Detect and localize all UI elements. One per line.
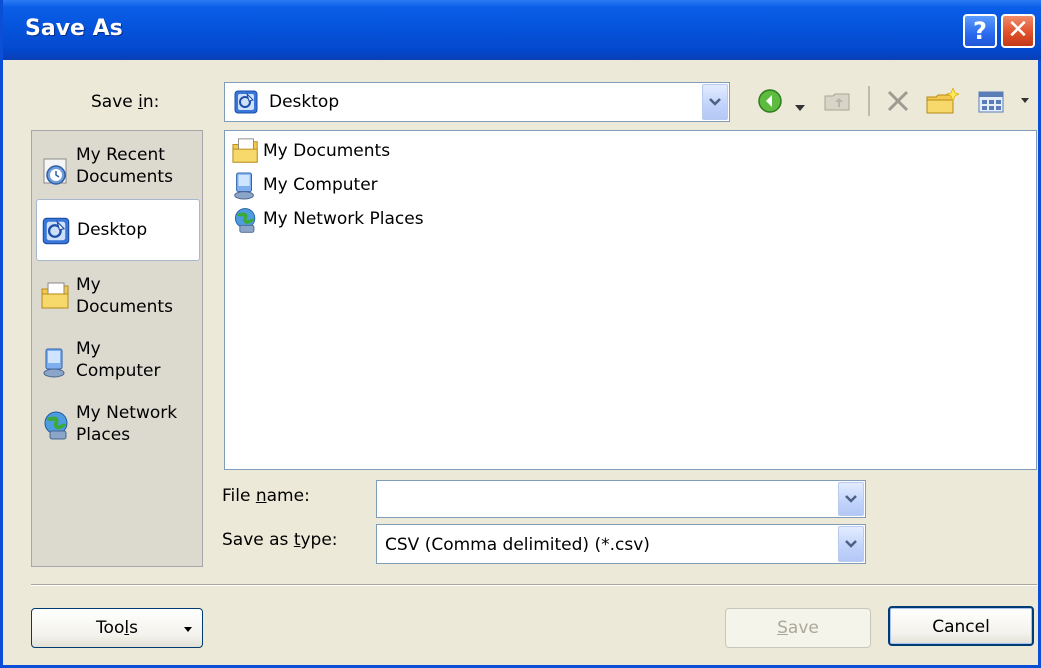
up-folder-icon[interactable] <box>823 88 853 118</box>
chevron-down-icon <box>845 540 857 548</box>
desktop-icon <box>41 216 71 250</box>
file-name-combobox[interactable] <box>376 480 866 518</box>
chevron-down-icon <box>709 98 721 106</box>
desktop-icon <box>233 89 259 119</box>
file-name-label: File name: <box>222 486 310 506</box>
help-icon: ? <box>973 17 987 45</box>
place-network-places[interactable]: My Network Places <box>36 399 200 455</box>
save-in-label: Save in: <box>91 92 159 112</box>
file-name-label-accel: n <box>255 486 267 506</box>
chevron-down-icon <box>845 495 857 503</box>
views-menu-icon[interactable] <box>977 88 1033 118</box>
place-my-documents-label-line2: Documents <box>76 297 173 317</box>
place-my-computer[interactable]: My Computer <box>36 335 200 393</box>
file-list[interactable]: My Documents My Computer My Network Plac… <box>224 130 1037 470</box>
save-label-suffix: ave <box>787 618 819 638</box>
place-network-label-line2: Places <box>76 425 131 445</box>
save-as-type-label: Save as type: <box>222 530 338 550</box>
my-documents-icon <box>40 281 72 315</box>
places-bar: My Recent Documents Desktop My Documents… <box>31 130 203 567</box>
list-item-label: My Documents <box>263 141 391 161</box>
dropdown-arrow-icon[interactable] <box>795 98 805 117</box>
save-as-type-combobox[interactable]: CSV (Comma delimited) (*.csv) <box>376 524 866 564</box>
tools-label-prefix: Too <box>96 618 125 638</box>
back-icon[interactable] <box>757 88 783 118</box>
cancel-button[interactable]: Cancel <box>888 606 1034 646</box>
place-recent-documents[interactable]: My Recent Documents <box>36 143 200 199</box>
dialog-title: Save As <box>25 16 123 41</box>
save-label-accel: S <box>777 618 788 638</box>
place-my-documents-label-line1: My <box>76 275 101 295</box>
place-my-computer-label-line2: Computer <box>76 361 161 381</box>
network-places-icon <box>40 409 74 445</box>
tools-button[interactable]: Tools <box>31 608 203 648</box>
close-icon: ✕ <box>1007 15 1029 45</box>
file-name-label-suffix: ame: <box>266 486 310 506</box>
file-name-dropdown-button[interactable] <box>838 482 864 516</box>
file-name-label-prefix: File <box>222 486 256 506</box>
list-item-label: My Computer <box>263 175 378 195</box>
save-button[interactable]: Save <box>725 608 871 648</box>
recent-documents-icon <box>40 155 72 191</box>
place-my-computer-label-line1: My <box>76 339 101 359</box>
tools-label-suffix: s <box>129 618 138 638</box>
save-as-type-label-suffix: ype: <box>300 530 338 550</box>
network-places-icon <box>231 205 261 239</box>
my-documents-icon <box>231 137 261 169</box>
tools-dropdown-icon <box>184 609 192 647</box>
new-folder-icon[interactable] <box>925 87 961 120</box>
help-button[interactable]: ? <box>963 14 997 48</box>
save-in-label-prefix: Save <box>91 92 139 112</box>
place-network-label-line1: My Network <box>76 403 178 423</box>
my-computer-icon <box>231 171 259 205</box>
place-my-documents[interactable]: My Documents <box>36 271 200 327</box>
cancel-label: Cancel <box>932 617 990 637</box>
save-in-combobox[interactable]: Desktop <box>224 82 730 122</box>
save-as-type-label-prefix: Save as <box>222 530 294 550</box>
save-in-value: Desktop <box>269 92 340 112</box>
delete-icon[interactable] <box>885 88 911 118</box>
save-as-type-value: CSV (Comma delimited) (*.csv) <box>385 535 650 555</box>
place-recent-label-line2: Documents <box>76 167 173 187</box>
place-recent-label-line1: My Recent <box>76 145 165 165</box>
toolbar-separator <box>867 86 871 120</box>
list-item-label: My Network Places <box>263 209 424 229</box>
save-in-dropdown-button[interactable] <box>702 84 728 120</box>
save-in-label-suffix: n: <box>142 92 160 112</box>
close-button[interactable]: ✕ <box>1001 14 1035 48</box>
place-desktop-label: Desktop <box>77 220 148 240</box>
title-bar[interactable]: Save As ? ✕ <box>3 0 1041 60</box>
save-as-dialog: Save As ? ✕ Save in: Desktop My Recent D… <box>0 0 1041 668</box>
footer-separator <box>31 584 1037 586</box>
my-computer-icon <box>40 347 70 383</box>
save-as-type-dropdown-button[interactable] <box>838 526 864 562</box>
place-desktop[interactable]: Desktop <box>36 199 200 261</box>
